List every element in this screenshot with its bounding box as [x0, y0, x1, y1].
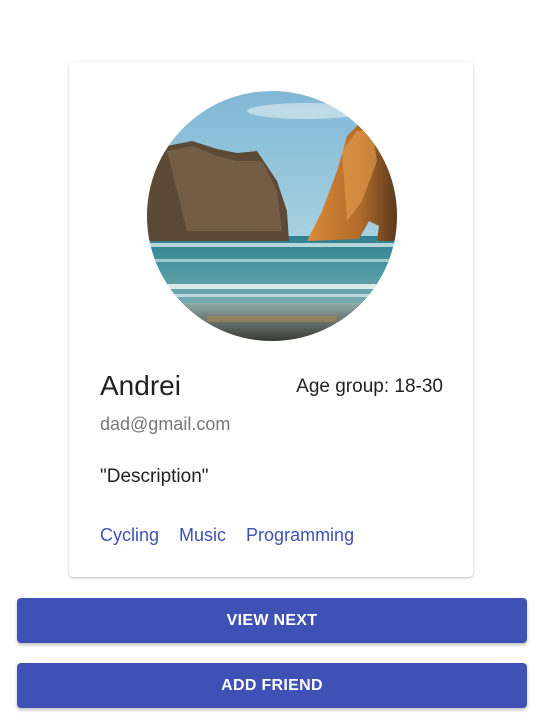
- profile-card: Andrei Age group: 18-30 dad@gmail.com "D…: [69, 62, 473, 577]
- profile-name: Andrei: [100, 370, 181, 401]
- profile-description: "Description": [100, 466, 209, 487]
- coastal-rock-photo: [147, 91, 397, 341]
- interest-tag-programming[interactable]: Programming: [246, 526, 354, 544]
- interests-list: Cycling Music Programming: [100, 526, 354, 544]
- profile-avatar: [147, 91, 397, 341]
- profile-email: dad@gmail.com: [100, 414, 231, 434]
- interest-tag-cycling[interactable]: Cycling: [100, 526, 159, 544]
- add-friend-button[interactable]: ADD FRIEND: [17, 663, 527, 708]
- view-next-button[interactable]: VIEW NEXT: [17, 598, 527, 643]
- interest-tag-music[interactable]: Music: [179, 526, 226, 544]
- age-group-label: Age group: 18-30: [296, 376, 443, 397]
